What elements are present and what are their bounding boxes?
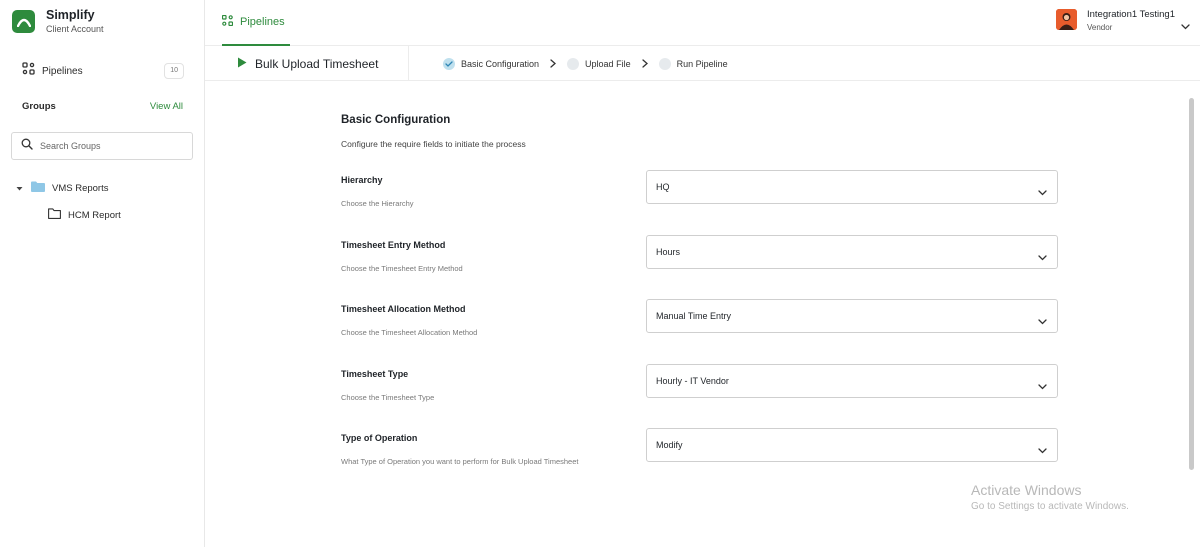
sidebar: Simplify Client Account Pipelines 10 Gro… (0, 0, 205, 547)
select-value: HQ (656, 182, 670, 192)
field-hierarchy: Hierarchy Choose the Hierarchy HQ (341, 170, 1061, 211)
tab-label: Pipelines (240, 16, 285, 28)
section-title: Basic Configuration (341, 114, 451, 126)
main-content: Basic Configuration Configure the requir… (205, 81, 1200, 547)
field-timesheet-entry-method: Timesheet Entry Method Choose the Timesh… (341, 235, 1061, 276)
tree-item-vms-reports[interactable]: VMS Reports (16, 179, 109, 197)
app-window: Simplify Client Account Pipelines 10 Gro… (0, 0, 1200, 547)
sidebar-item-pipelines[interactable]: Pipelines 10 (22, 62, 184, 80)
pipeline-header: Bulk Upload Timesheet Basic Configuratio… (205, 46, 1200, 81)
select-value: Hours (656, 247, 681, 257)
field-help: What Type of Operation you want to perfo… (341, 457, 579, 466)
pipelines-icon (22, 62, 35, 80)
field-help: Choose the Timesheet Allocation Method (341, 328, 478, 337)
folder-filled-icon (31, 179, 45, 197)
top-bar: Pipelines Integration1 Testing1 Vendor (205, 0, 1200, 46)
pipeline-title-group: Bulk Upload Timesheet (237, 46, 378, 81)
step-label: Run Pipeline (676, 58, 728, 69)
sidebar-item-label: Pipelines (42, 65, 83, 77)
field-help: Choose the Hierarchy (341, 199, 414, 208)
step-label: Upload File (585, 58, 631, 69)
tree-item-label: HCM Report (68, 209, 121, 221)
scrollbar[interactable] (1189, 98, 1194, 470)
step-check-icon (443, 57, 455, 70)
field-label: Timesheet Type (341, 369, 409, 379)
search-icon (21, 137, 33, 155)
step-pending-icon (567, 57, 580, 70)
field-label: Timesheet Entry Method (341, 240, 446, 250)
search-groups-input[interactable] (40, 141, 180, 151)
tree-item-label: VMS Reports (52, 182, 109, 194)
hierarchy-select[interactable]: HQ (646, 170, 1058, 204)
chevron-right-icon (550, 55, 557, 73)
brand-name: Simplify (46, 8, 95, 22)
timesheet-allocation-method-select[interactable]: Manual Time Entry (646, 299, 1058, 333)
select-value: Hourly - IT Vendor (656, 376, 729, 386)
chevron-down-icon (1038, 312, 1047, 330)
chevron-right-icon (641, 55, 648, 73)
field-help: Choose the Timesheet Type (341, 393, 435, 402)
groups-title: Groups (22, 101, 56, 112)
stepper: Basic Configuration Upload File Run Pipe… (443, 46, 728, 81)
brand-logo-icon (12, 10, 35, 33)
tab-pipelines[interactable]: Pipelines (221, 0, 290, 46)
divider (408, 46, 409, 81)
pipeline-title: Bulk Upload Timesheet (255, 56, 379, 71)
avatar (1055, 9, 1077, 30)
timesheet-type-select[interactable]: Hourly - IT Vendor (646, 364, 1058, 398)
chevron-down-icon (1038, 183, 1047, 201)
step-pending-icon (658, 57, 671, 70)
chevron-down-icon (1038, 248, 1047, 266)
brand[interactable]: Simplify Client Account (12, 8, 104, 35)
field-type-of-operation: Type of Operation What Type of Operation… (341, 428, 1061, 469)
type-of-operation-select[interactable]: Modify (646, 428, 1058, 462)
field-label: Type of Operation (341, 433, 418, 443)
groups-header: Groups View All (22, 101, 183, 112)
pipelines-count-badge: 10 (164, 63, 184, 79)
select-value: Modify (656, 440, 683, 450)
chevron-down-icon (1038, 441, 1047, 459)
user-role: Vendor (1086, 23, 1113, 32)
field-help: Choose the Timesheet Entry Method (341, 264, 463, 273)
caret-down-icon[interactable] (16, 179, 23, 197)
view-all-link[interactable]: View All (150, 101, 183, 112)
user-name: Integration1 Testing1 (1086, 9, 1175, 20)
pipelines-icon (221, 13, 234, 31)
step-label: Basic Configuration (461, 58, 540, 69)
field-label: Hierarchy (341, 175, 383, 185)
chevron-down-icon (1038, 377, 1047, 395)
timesheet-entry-method-select[interactable]: Hours (646, 235, 1058, 269)
activation-watermark: Activate Windows Go to Settings to activ… (971, 482, 1129, 512)
step-upload-file[interactable]: Upload File (567, 57, 631, 70)
tree-item-hcm-report[interactable]: HCM Report (48, 206, 121, 224)
field-label: Timesheet Allocation Method (341, 304, 466, 314)
field-timesheet-allocation-method: Timesheet Allocation Method Choose the T… (341, 299, 1061, 340)
chevron-down-icon[interactable] (1181, 17, 1190, 35)
section-subtitle: Configure the require fields to initiate… (341, 139, 526, 149)
watermark-title: Activate Windows (971, 482, 1082, 498)
user-menu[interactable]: Integration1 Testing1 Vendor (1055, 9, 1190, 35)
brand-subtitle: Client Account (46, 24, 104, 34)
play-icon[interactable] (237, 55, 247, 73)
watermark-subtitle: Go to Settings to activate Windows. (971, 501, 1129, 512)
step-run-pipeline[interactable]: Run Pipeline (658, 57, 728, 70)
step-basic-configuration[interactable]: Basic Configuration (443, 57, 540, 70)
field-timesheet-type: Timesheet Type Choose the Timesheet Type… (341, 364, 1061, 405)
select-value: Manual Time Entry (656, 311, 732, 321)
search-groups-box (11, 132, 193, 160)
folder-outline-icon (48, 206, 61, 224)
